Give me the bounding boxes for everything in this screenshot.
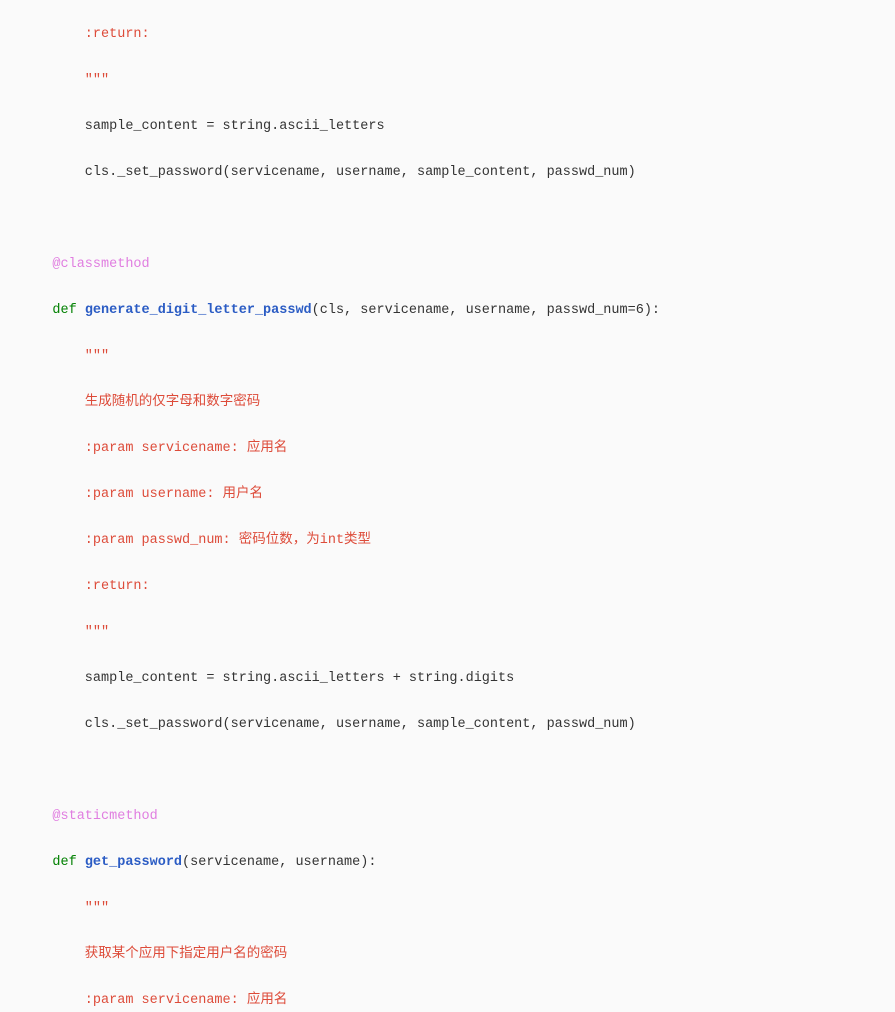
paren-close: ):: [644, 303, 660, 318]
default-value: 6: [636, 303, 644, 318]
docstring-return: :return:: [20, 27, 150, 42]
docstring-return: :return:: [20, 579, 150, 594]
param-list: (servicename, username):: [182, 855, 376, 870]
function-name: get_password: [85, 855, 182, 870]
code-line: sample_content: [20, 671, 206, 686]
docstring-open: """: [20, 349, 109, 364]
operator-plus: +: [393, 671, 401, 686]
decorator-classmethod: @classmethod: [20, 257, 150, 272]
keyword-def: def: [20, 303, 85, 318]
keyword-def: def: [20, 855, 85, 870]
docstring-param-username: :param username: 用户名: [20, 487, 263, 502]
code-block: :return: """ sample_content = string.asc…: [0, 0, 895, 1012]
code-line: cls._set_password(servicename, username,…: [20, 717, 636, 732]
param-list: (cls, servicename, username, passwd_num: [312, 303, 628, 318]
code-line: string.ascii_letters: [214, 671, 392, 686]
docstring-open: """: [20, 901, 109, 916]
function-name: generate_digit_letter_passwd: [85, 303, 312, 318]
code-line: string.digits: [401, 671, 514, 686]
decorator-staticmethod: @staticmethod: [20, 809, 158, 824]
code-line: cls._set_password(servicename, username,…: [20, 165, 636, 180]
docstring-desc: 获取某个应用下指定用户名的密码: [20, 947, 287, 962]
docstring-param-passwdnum: :param passwd_num: 密码位数，为int类型: [20, 533, 371, 548]
docstring-param-servicename: :param servicename: 应用名: [20, 993, 287, 1008]
operator-assign: =: [628, 303, 636, 318]
code-line: sample_content: [20, 119, 206, 134]
docstring-close: """: [20, 625, 109, 640]
docstring-desc: 生成随机的仅字母和数字密码: [20, 395, 260, 410]
operator-assign: =: [206, 671, 214, 686]
docstring-param-servicename: :param servicename: 应用名: [20, 441, 287, 456]
code-line: string.ascii_letters: [214, 119, 384, 134]
docstring-close: """: [20, 73, 109, 88]
